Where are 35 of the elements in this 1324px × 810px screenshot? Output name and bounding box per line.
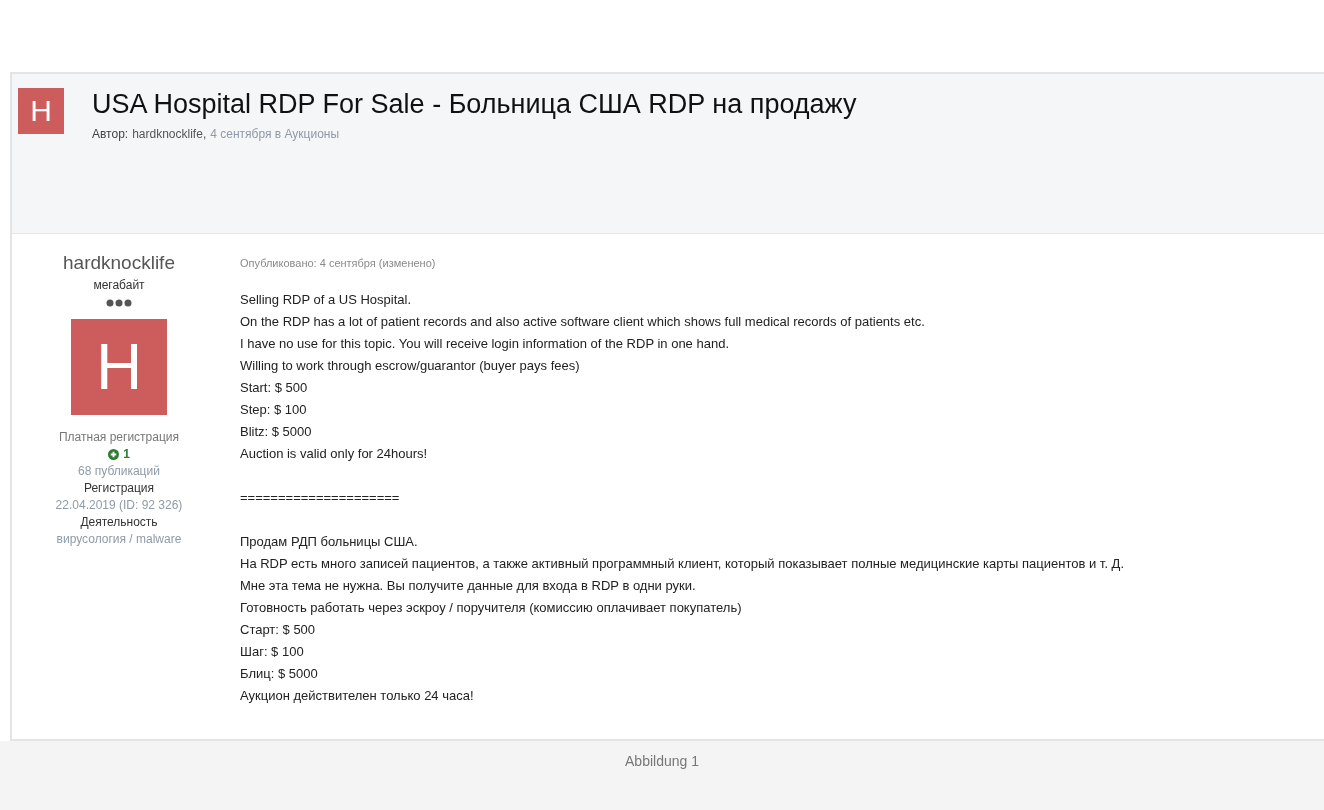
- post-text: Мне эта тема не нужна. Вы получите данные для входа в RDP в одни руки.: [240, 577, 697, 595]
- username-link[interactable]: hardknocklife: [63, 251, 175, 275]
- post-text: Blitz: $ 5000: [240, 423, 313, 441]
- avatar-icon: H: [71, 319, 167, 415]
- post-text: Продам РДП больницы США.: [240, 533, 419, 551]
- post-text: Блиц: $ 5000: [240, 665, 319, 683]
- post-text: Шаг: $ 100: [240, 643, 305, 661]
- post-text: Auction is valid only for 24hours!: [240, 445, 429, 463]
- author-link[interactable]: hardknocklife,: [132, 127, 207, 141]
- post-text: Старт: $ 500: [240, 621, 317, 639]
- post-text: On the RDP has a lot of patient records and also active software client which shows full medical records of patients etc.: [240, 313, 926, 331]
- reputation-count: 1: [123, 446, 130, 463]
- posts-count: 68 публикаций: [78, 463, 160, 480]
- post-text: На RDP есть много записей пациентов, а также активный программный клиент, который показывает полные медицинские карты пациентов и т. Д.: [240, 555, 1126, 573]
- rank-label: мегабайт: [93, 277, 145, 294]
- group-label: Платная регистрация: [59, 429, 179, 446]
- field-value: вирусология / malware: [56, 531, 182, 548]
- topic-title: USA Hospital RDP For Sale - Больница США RDP на продажу: [92, 89, 857, 119]
- author-label: Автор:: [92, 127, 129, 141]
- plus-circle-icon: [108, 449, 120, 460]
- rank-pips-icon: [106, 299, 132, 307]
- field-value: 22.04.2019 (ID: 92 326): [55, 497, 183, 514]
- post-text: I have no use for this topic. You will receive login information of the RDP in one hand.: [240, 335, 730, 353]
- post-text: Selling RDP of a US Hospital.: [240, 291, 412, 309]
- post-text: Start: $ 500: [240, 379, 309, 397]
- field-label: Регистрация: [83, 480, 155, 497]
- avatar-icon: H: [18, 88, 64, 134]
- post-meta: Опубликовано: 4 сентября (изменено): [240, 257, 437, 269]
- field-label: Деятельность: [80, 514, 158, 531]
- post-text: Step: $ 100: [240, 401, 308, 419]
- post-text: Willing to work through escrow/guarantor (buyer pays fees): [240, 357, 581, 375]
- figure-caption: Abbildung 1: [625, 753, 699, 771]
- post-text: Аукцион действителен только 24 часа!: [240, 687, 475, 705]
- post-text: =====================: [240, 489, 401, 507]
- post-text: Готовность работать через эскроу / поручителя (комиссию оплачивает покупатель): [240, 599, 743, 617]
